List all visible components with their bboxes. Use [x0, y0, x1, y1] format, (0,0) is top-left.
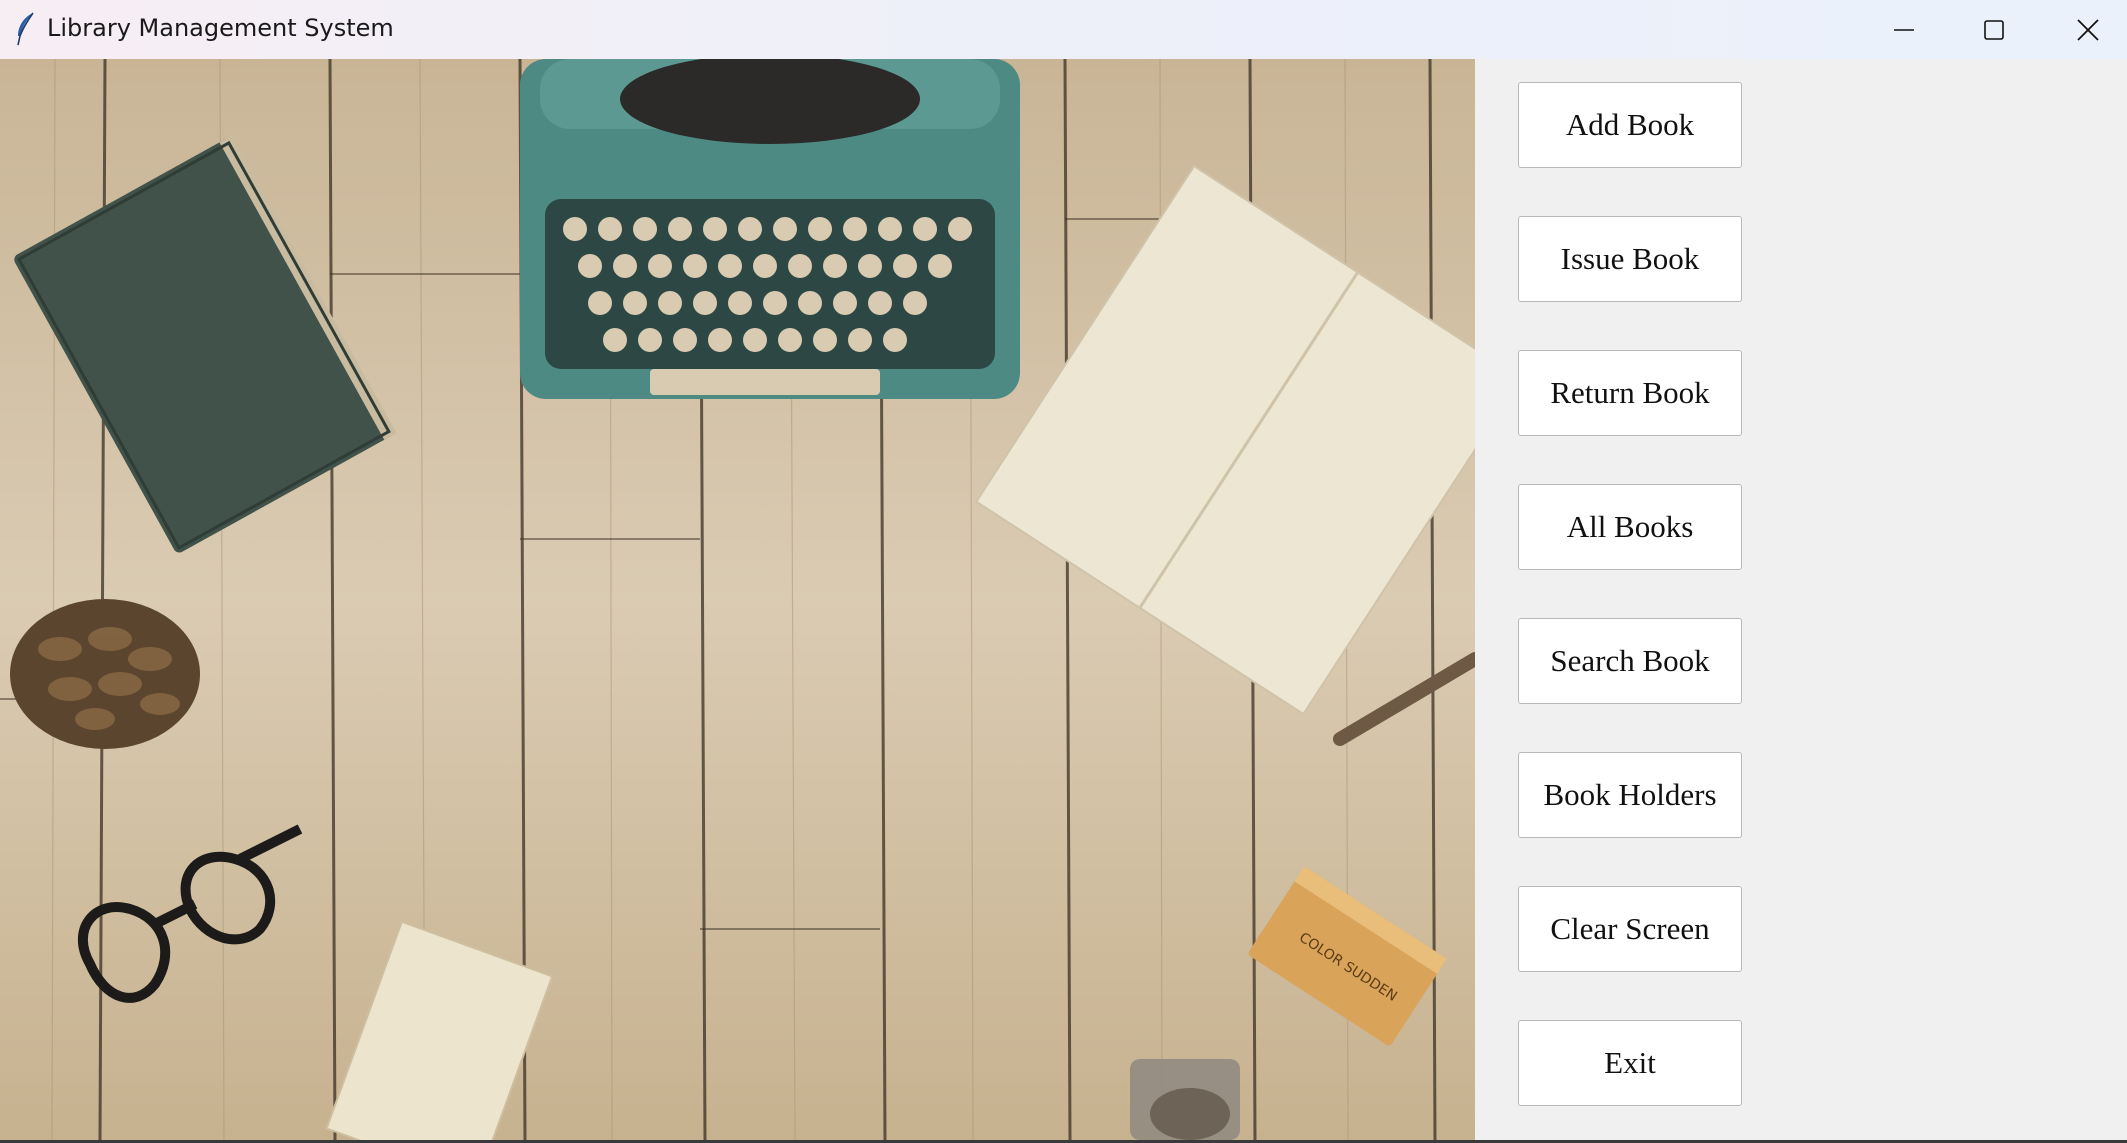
feather-quill-icon	[14, 12, 36, 46]
book-holders-button[interactable]: Book Holders	[1518, 752, 1742, 838]
exit-button[interactable]: Exit	[1518, 1020, 1742, 1106]
all-books-button[interactable]: All Books	[1518, 484, 1742, 570]
clear-screen-button[interactable]: Clear Screen	[1518, 886, 1742, 972]
maximize-icon	[1983, 19, 2005, 41]
menu-panel: Add Book Issue Book Return Book All Book…	[1475, 59, 2127, 1140]
window-titlebar[interactable]: Library Management System	[0, 0, 2127, 59]
maximize-button[interactable]	[1949, 0, 2039, 59]
minimize-icon	[1893, 19, 1915, 41]
add-book-button[interactable]: Add Book	[1518, 82, 1742, 168]
desk-background-image: COLOR SUDDEN	[0, 59, 1475, 1140]
window-title: Library Management System	[47, 14, 394, 42]
issue-book-button[interactable]: Issue Book	[1518, 216, 1742, 302]
minimize-button[interactable]	[1859, 0, 1949, 59]
close-button[interactable]	[2043, 0, 2127, 59]
search-book-button[interactable]: Search Book	[1518, 618, 1742, 704]
close-icon	[2076, 18, 2100, 42]
return-book-button[interactable]: Return Book	[1518, 350, 1742, 436]
